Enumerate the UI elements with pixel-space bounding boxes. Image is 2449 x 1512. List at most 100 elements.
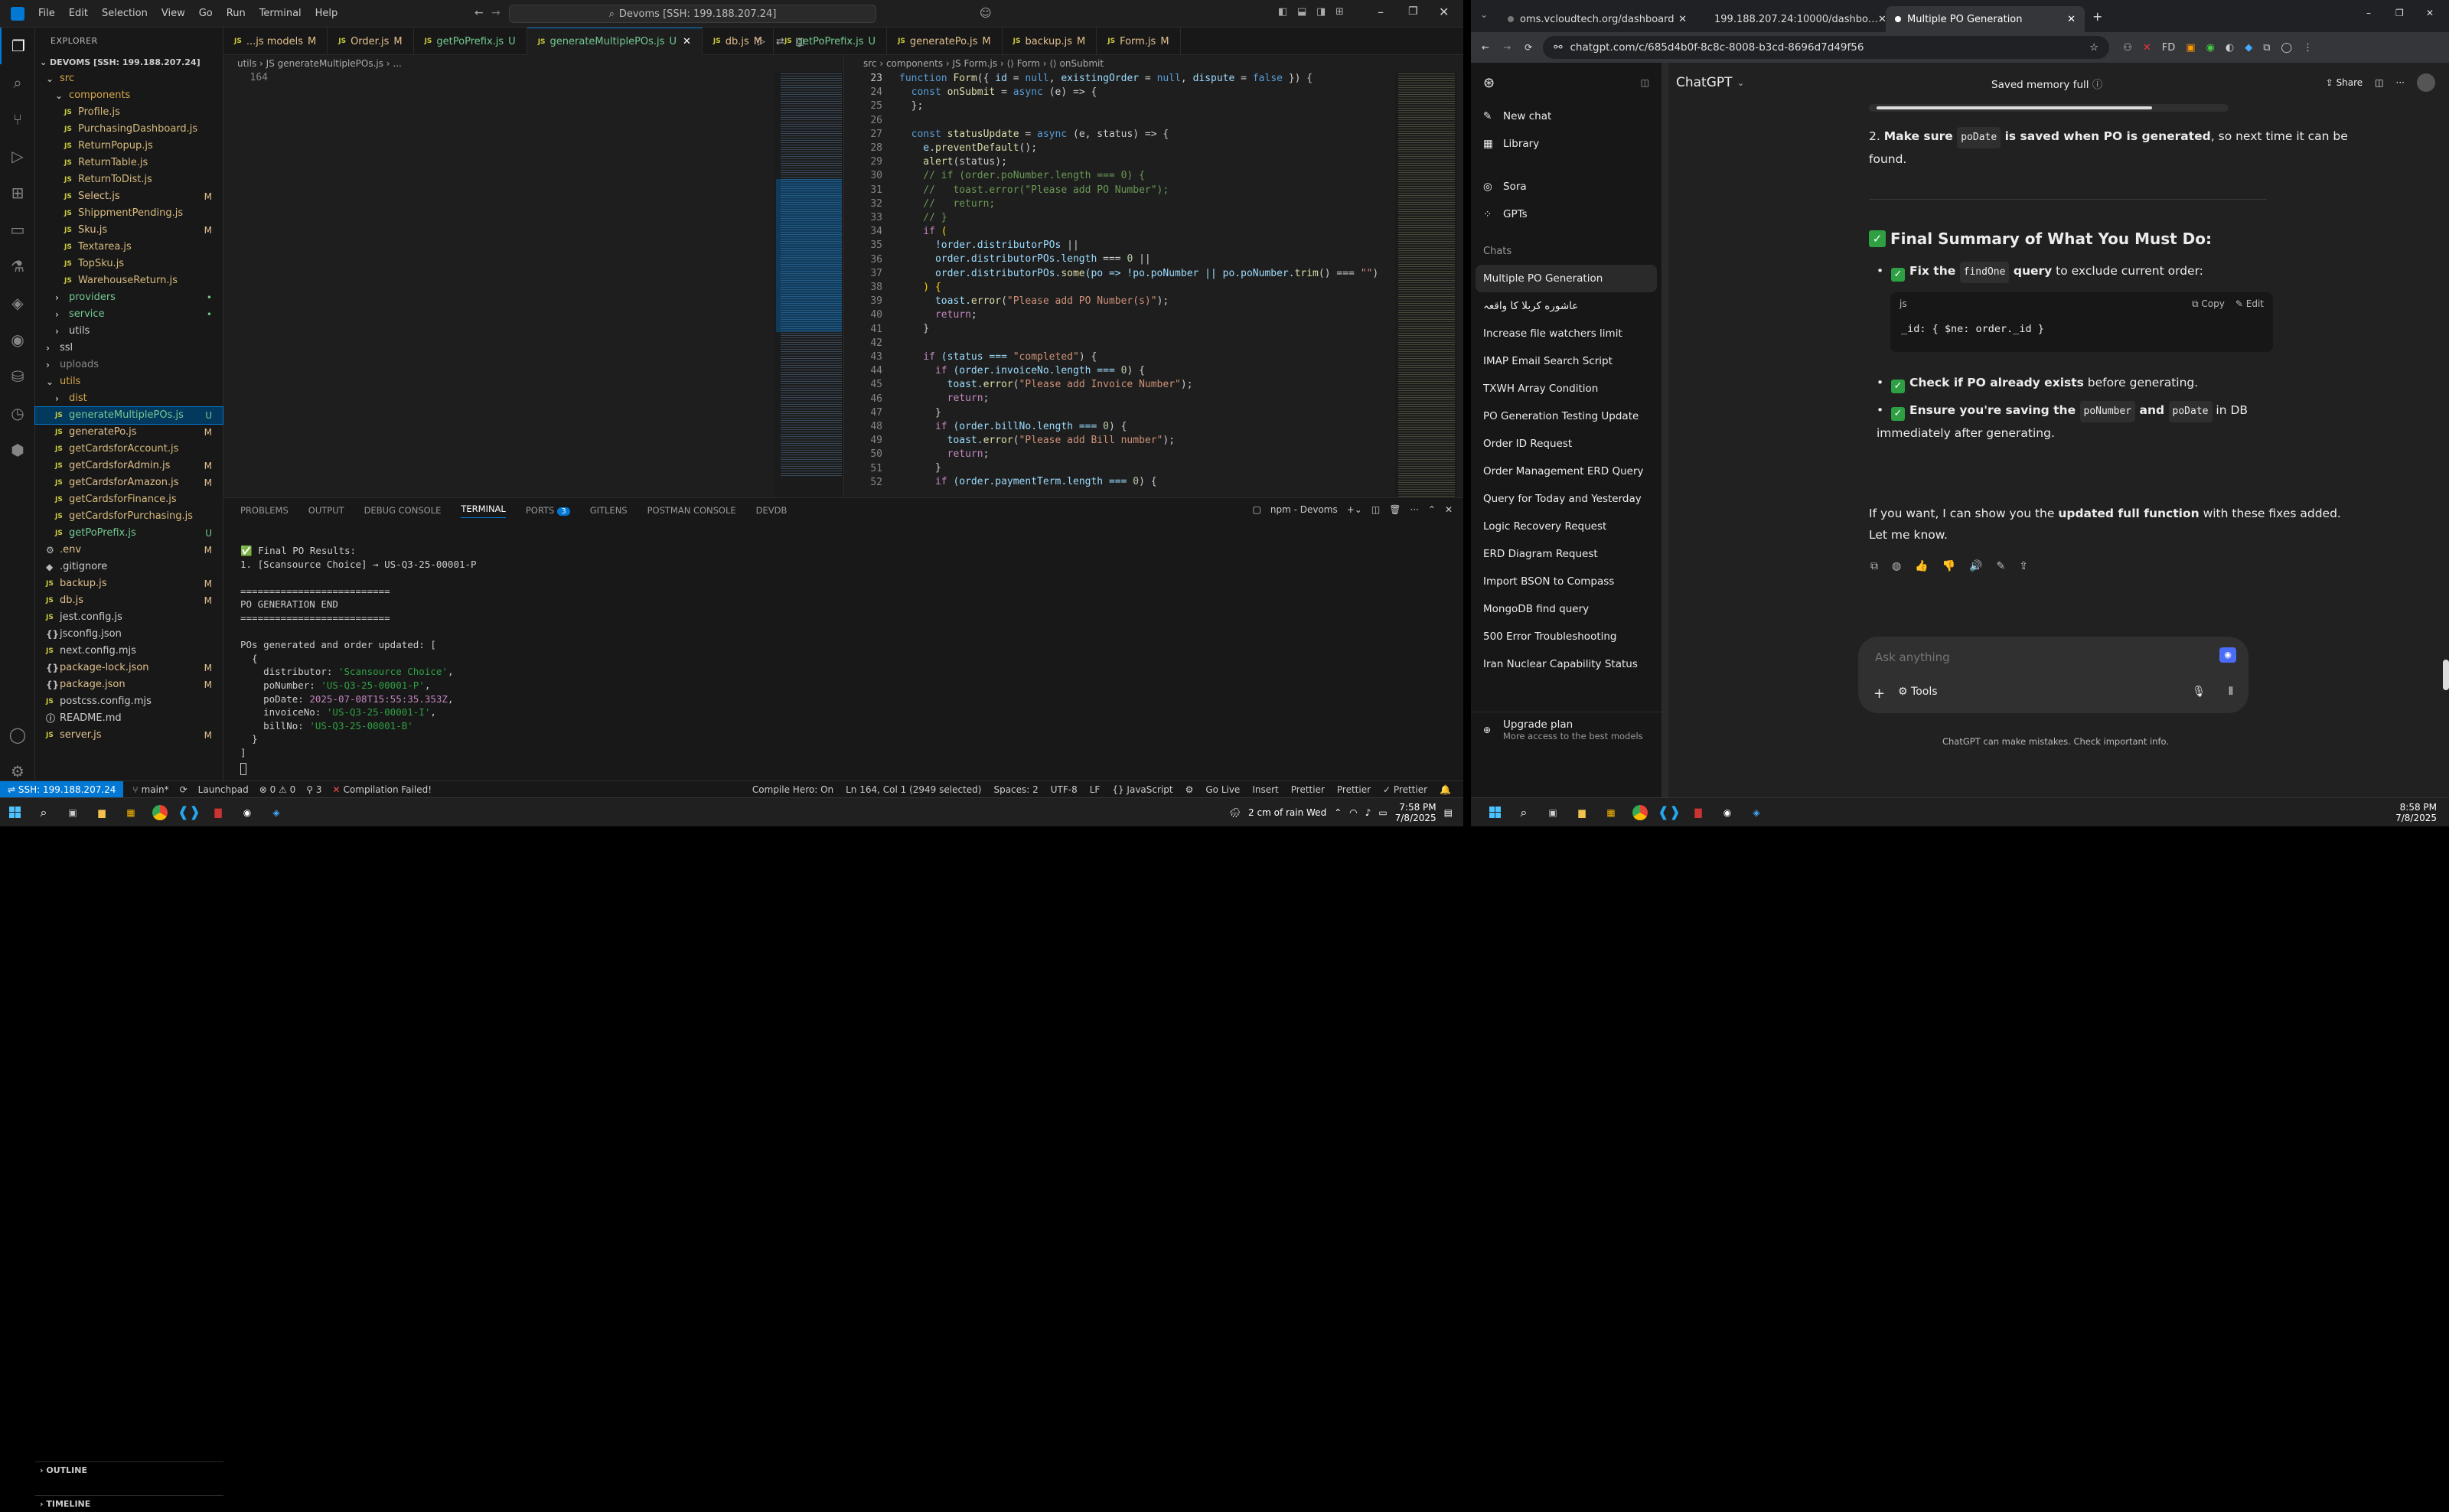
menu-run[interactable]: Run — [227, 8, 246, 19]
file-item[interactable]: JS generatePo.js M — [35, 424, 223, 441]
file-item[interactable]: {} jsconfig.json — [35, 626, 223, 643]
menu-view[interactable]: View — [161, 8, 185, 19]
upgrade-plan[interactable]: ⊕ Upgrade plan More access to the best mod… — [1471, 712, 1662, 751]
share-button[interactable]: ⇪ Share — [2326, 77, 2363, 88]
add-attachment-icon[interactable]: + — [1873, 686, 1885, 702]
close-sidebar-icon[interactable]: ◫ — [1641, 77, 1649, 88]
more-options-icon[interactable]: ··· — [2396, 77, 2405, 88]
terminal-output[interactable]: ✅ Final PO Results: 1. [Scansource Choice… — [240, 544, 477, 760]
copilot-icon[interactable]: ☺ — [980, 6, 992, 20]
tab-multiple-po[interactable]: Multiple PO Generation ✕ — [1886, 6, 2085, 32]
menu-selection[interactable]: Selection — [102, 8, 148, 19]
page-scrollbar-thumb[interactable] — [2443, 660, 2449, 690]
voice-mode-icon[interactable]: ⦀ — [2229, 686, 2233, 698]
tab-oms-dashboard[interactable]: oms.vcloudtech.org/dashboard ✕ — [1498, 6, 1696, 32]
file-item[interactable]: JS generateMultiplePOs.js U — [34, 406, 223, 425]
task-view-icon[interactable]: ▣ — [1538, 798, 1567, 827]
bookmark-star-icon[interactable]: ☆ — [2089, 41, 2098, 54]
nav-forward-icon[interactable]: → — [491, 7, 501, 19]
file-explorer-icon[interactable]: ▆ — [87, 798, 116, 827]
file-item[interactable]: JS getCardsforAmazon.js M — [35, 474, 223, 491]
file-item[interactable]: ⓘ README.md — [35, 710, 223, 727]
vscode-taskbar-icon[interactable]: ❰❱ — [174, 798, 204, 827]
editor-tab[interactable]: JS generateMultiplePOs.js U ✕ — [527, 28, 703, 55]
memory-icon[interactable]: ◍ — [1892, 560, 1901, 572]
timeline-icon[interactable]: ◷ — [0, 395, 35, 432]
github-icon[interactable]: ◉ — [1713, 798, 1742, 827]
chrome-icon[interactable] — [145, 798, 174, 827]
chat-history-item[interactable]: TXWH Array Condition — [1471, 375, 1661, 402]
eol-status[interactable]: LF — [1090, 784, 1101, 795]
model-selector[interactable]: ChatGPT — [1676, 75, 1733, 90]
thumbs-up-icon[interactable]: 👍 — [1915, 560, 1928, 572]
tab-close-icon[interactable]: ✕ — [2067, 14, 2076, 25]
right-editor[interactable]: 23 24 25 26 27 28 29 30 31 32 33 34 35 36 37 38 39 40 41 42… — [844, 72, 1463, 497]
file-item[interactable]: JS Sku.js M — [35, 222, 223, 239]
mic-icon[interactable]: 🎙 — [2192, 686, 2206, 698]
file-item[interactable]: ◆ .gitignore — [35, 559, 223, 575]
extensions-icon[interactable]: ⊞ — [0, 174, 35, 211]
folder-item[interactable]: › uploads — [35, 357, 223, 373]
app-icon[interactable]: ▇ — [1684, 798, 1713, 827]
ext-3-icon[interactable]: ▣ — [2186, 42, 2195, 54]
prettier-status-3[interactable]: ✓ Prettier — [1383, 784, 1427, 795]
editor-tab[interactable]: JS getPoPrefix.js U — [414, 28, 527, 55]
more-icon[interactable]: ··· — [1410, 504, 1418, 515]
file-item[interactable]: JS WarehouseReturn.js — [35, 272, 223, 289]
memory-status[interactable]: Saved memory full ⓘ — [1991, 76, 2102, 91]
panel-tab-gitlens[interactable]: GITLENS — [590, 505, 628, 516]
launchpad-status[interactable]: Launchpad — [198, 784, 249, 795]
split-terminal-icon[interactable]: ◫ — [1371, 504, 1380, 515]
folder-item[interactable]: ⌄ utils — [35, 373, 223, 390]
compare-icon[interactable]: ⇄ — [776, 36, 784, 47]
menu-go[interactable]: Go — [199, 8, 213, 19]
share-msg-icon[interactable]: ⇪ — [2019, 560, 2028, 572]
file-item[interactable]: JS ReturnToDist.js — [35, 171, 223, 188]
ext-5-icon[interactable]: ◐ — [2226, 42, 2234, 54]
chat-history-item[interactable]: 500 Error Troubleshooting — [1471, 623, 1661, 650]
nav-back-icon[interactable]: ← — [474, 7, 484, 19]
back-icon[interactable]: ← — [1482, 42, 1489, 53]
file-item[interactable]: JS ReturnTable.js — [35, 155, 223, 171]
taskbar-search-icon[interactable]: ⌕ — [1509, 798, 1538, 827]
insert-status[interactable]: Insert — [1252, 784, 1278, 795]
file-item[interactable]: JS backup.js M — [35, 575, 223, 592]
scrollbar-thumb[interactable] — [1877, 106, 2152, 109]
compile-status[interactable]: Compilation Failed! — [344, 784, 432, 795]
compile-hero-status[interactable]: Compile Hero: On — [752, 784, 833, 795]
app2-icon[interactable]: ◈ — [262, 798, 291, 827]
reload-icon[interactable]: ⟳ — [1525, 42, 1532, 53]
minimize-icon[interactable]: – — [1378, 5, 1384, 19]
breadcrumb-left[interactable]: utils › JS generateMultiplePOs.js › ... — [237, 55, 402, 72]
edit-button[interactable]: ✎ Edit — [2235, 298, 2264, 309]
notification-center-icon[interactable]: ▤ — [1444, 807, 1453, 818]
panel-tab-debug-console[interactable]: DEBUG CONSOLE — [364, 505, 442, 516]
extensions-puzzle-icon[interactable]: ⧉ — [2263, 42, 2270, 54]
folder-item[interactable]: › providers • — [35, 289, 223, 306]
ports-status[interactable]: ⚲ 3 — [306, 784, 321, 795]
prettier-status-2[interactable]: Prettier — [1337, 784, 1371, 795]
file-item[interactable]: JS Profile.js — [35, 104, 223, 121]
source-control-icon[interactable]: ⑂ — [0, 101, 35, 138]
battery-icon[interactable]: ▭ — [1378, 807, 1387, 818]
notifications-icon[interactable]: 🔔 — [1440, 784, 1451, 795]
file-item[interactable]: JS TopSku.js — [35, 256, 223, 272]
app-icon[interactable]: ▇ — [204, 798, 233, 827]
testing-icon[interactable]: ⚗ — [0, 248, 35, 285]
panel-tab-ports[interactable]: PORTS 3 — [526, 505, 570, 516]
file-item[interactable]: JS getCardsforAdmin.js M — [35, 458, 223, 474]
toggle-secondary-icon[interactable]: ◨ — [1316, 6, 1326, 18]
editor-tab[interactable]: JS ...js models M — [223, 28, 328, 55]
account-icon[interactable]: ◯ — [0, 716, 35, 753]
weather-text[interactable]: 2 cm of rain Wed — [1248, 807, 1326, 818]
panel-tab-terminal[interactable]: TERMINAL — [461, 503, 506, 518]
file-explorer-icon[interactable]: ▆ — [1567, 798, 1596, 827]
sidebar-item-gpts[interactable]: ⁘ GPTs — [1471, 200, 1661, 228]
command-center-search[interactable]: ⌕ Devoms [SSH: 199.188.207.24] — [509, 5, 876, 23]
editor-tab[interactable]: JS backup.js M — [1003, 28, 1097, 55]
chat-history-item[interactable]: IMAP Email Search Script — [1471, 347, 1661, 375]
ext-2-icon[interactable]: ✕ — [2143, 42, 2151, 54]
search-view-icon[interactable]: ⌕ — [0, 64, 35, 101]
sidebar-item-sora[interactable]: ◎ Sora — [1471, 173, 1661, 200]
sidebar-item-library[interactable]: ▦ Library — [1471, 130, 1661, 158]
